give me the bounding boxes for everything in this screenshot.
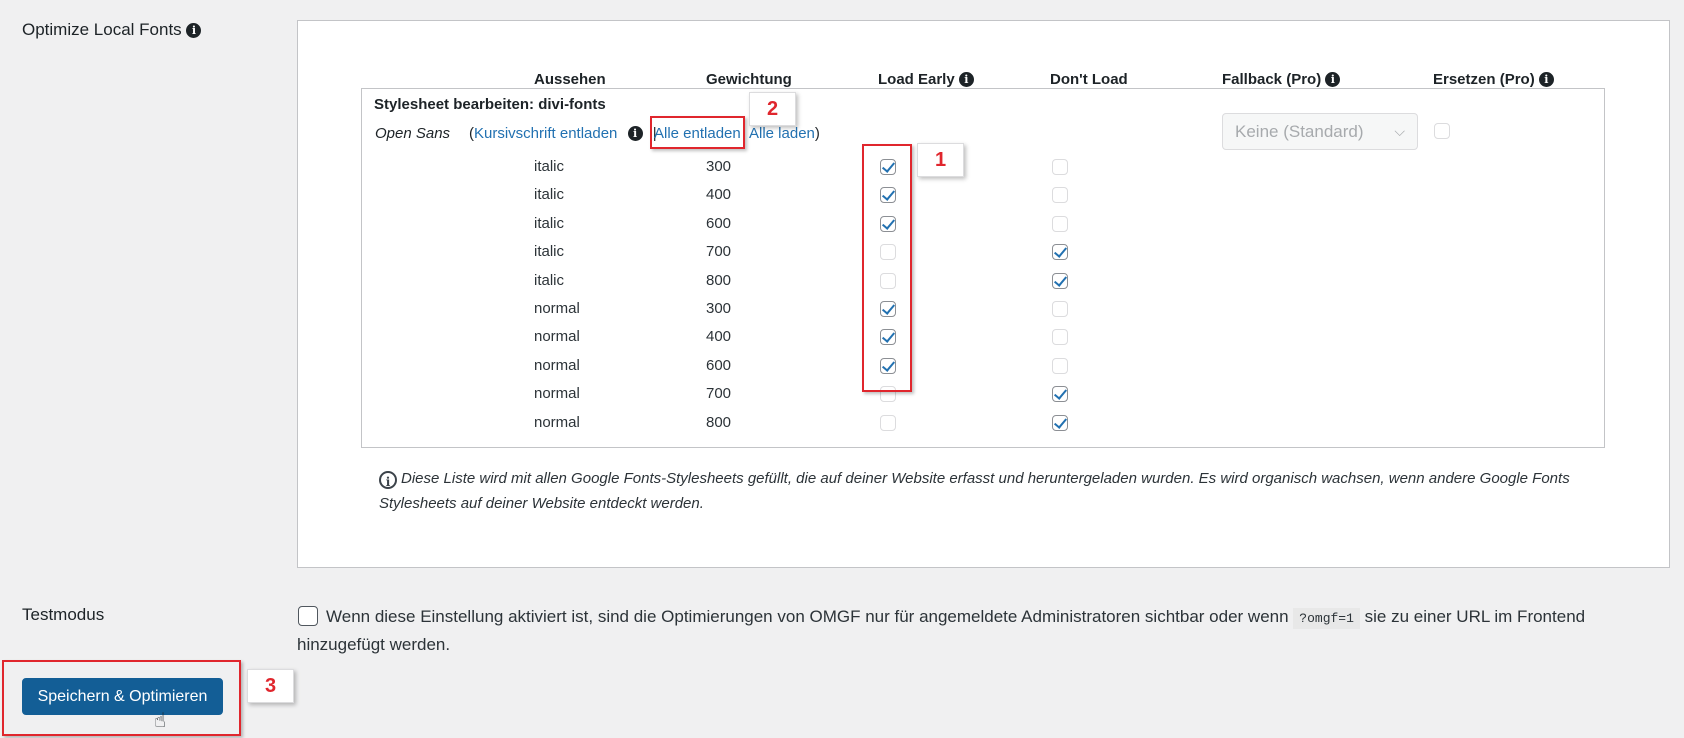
list-note: i Diese Liste wird mit allen Google Fonts… [379,466,1594,516]
fallback-select-value: Keine (Standard) [1235,121,1364,141]
testmode-description: Wenn diese Einstellung aktiviert ist, si… [297,604,1647,658]
row-weight: 300 [706,158,732,175]
info-icon[interactable]: i [186,23,202,38]
row-weight: 800 [706,414,732,431]
dont-load-checkbox[interactable] [1052,386,1068,402]
header-replace-label: Ersetzen (Pro) [1433,71,1535,88]
font-name: Open Sans [375,125,451,142]
header-load-early: Load Early i [878,71,974,88]
header-load-early-label: Load Early [878,71,955,88]
row-weight: 800 [706,272,732,289]
dont-load-checkbox[interactable] [1052,187,1068,203]
highlight-unload-all [650,116,745,149]
fallback-select[interactable]: Keine (Standard) ⌵ [1222,113,1418,150]
header-appearance: Aussehen [534,71,606,88]
row-style: italic [534,215,565,232]
callout-3: 3 [247,669,294,703]
info-icon[interactable]: i [627,126,643,141]
row-weight: 400 [706,328,732,345]
dont-load-checkbox[interactable] [1052,415,1068,431]
chevron-down-icon: ⌵ [1394,123,1405,139]
row-style: normal [534,414,580,431]
highlight-save-button [2,660,241,736]
row-weight: 700 [706,385,732,402]
testmode-text-before: Wenn diese Einstellung aktiviert ist, si… [326,607,1289,626]
header-weight: Gewichtung [706,71,792,88]
dont-load-checkbox[interactable] [1052,159,1068,175]
font-actions: (Kursivschrift entladen i | [469,125,657,142]
callout-2: 2 [749,92,796,126]
row-weight: 600 [706,357,732,374]
load-all-wrap: Alle laden) [749,125,820,142]
testmode-code: ?omgf=1 [1293,608,1360,629]
section-title-text: Optimize Local Fonts [22,20,182,39]
load-all-link[interactable]: Alle laden [749,125,815,142]
row-style: italic [534,158,565,175]
dont-load-checkbox[interactable] [1052,244,1068,260]
paren-close: ) [814,125,820,142]
row-style: normal [534,385,580,402]
list-note-text: Diese Liste wird mit allen Google Fonts-… [379,470,1570,512]
testmode-title: Testmodus [22,605,105,624]
header-dont-load: Don't Load [1050,71,1128,88]
row-weight: 700 [706,243,732,260]
dont-load-checkbox[interactable] [1052,358,1068,374]
row-style: normal [534,357,580,374]
row-style: italic [534,243,565,260]
row-style: italic [534,186,565,203]
row-weight: 400 [706,186,732,203]
dont-load-checkbox[interactable] [1052,329,1068,345]
unload-italic-link[interactable]: Kursivschrift entladen [474,125,617,142]
row-weight: 600 [706,215,732,232]
header-fallback-label: Fallback (Pro) [1222,71,1322,88]
dont-load-checkbox[interactable] [1052,301,1068,317]
header-replace: Ersetzen (Pro) i [1433,71,1554,88]
highlight-load-early [862,144,912,392]
replace-checkbox[interactable] [1434,123,1450,139]
info-circle-icon: i [379,471,397,489]
row-style: italic [534,272,565,289]
callout-1: 1 [917,143,964,177]
dont-load-checkbox[interactable] [1052,273,1068,289]
row-style: normal [534,300,580,317]
row-style: normal [534,328,580,345]
info-icon[interactable]: i [1325,72,1341,87]
section-title: Optimize Local Fonts i [22,20,202,40]
row-weight: 300 [706,300,732,317]
stylesheet-title: Stylesheet bearbeiten: divi-fonts [374,96,606,113]
header-fallback: Fallback (Pro) i [1222,71,1341,88]
info-icon[interactable]: i [1538,72,1554,87]
info-icon[interactable]: i [958,72,974,87]
load-early-checkbox[interactable] [880,415,896,431]
dont-load-checkbox[interactable] [1052,216,1068,232]
